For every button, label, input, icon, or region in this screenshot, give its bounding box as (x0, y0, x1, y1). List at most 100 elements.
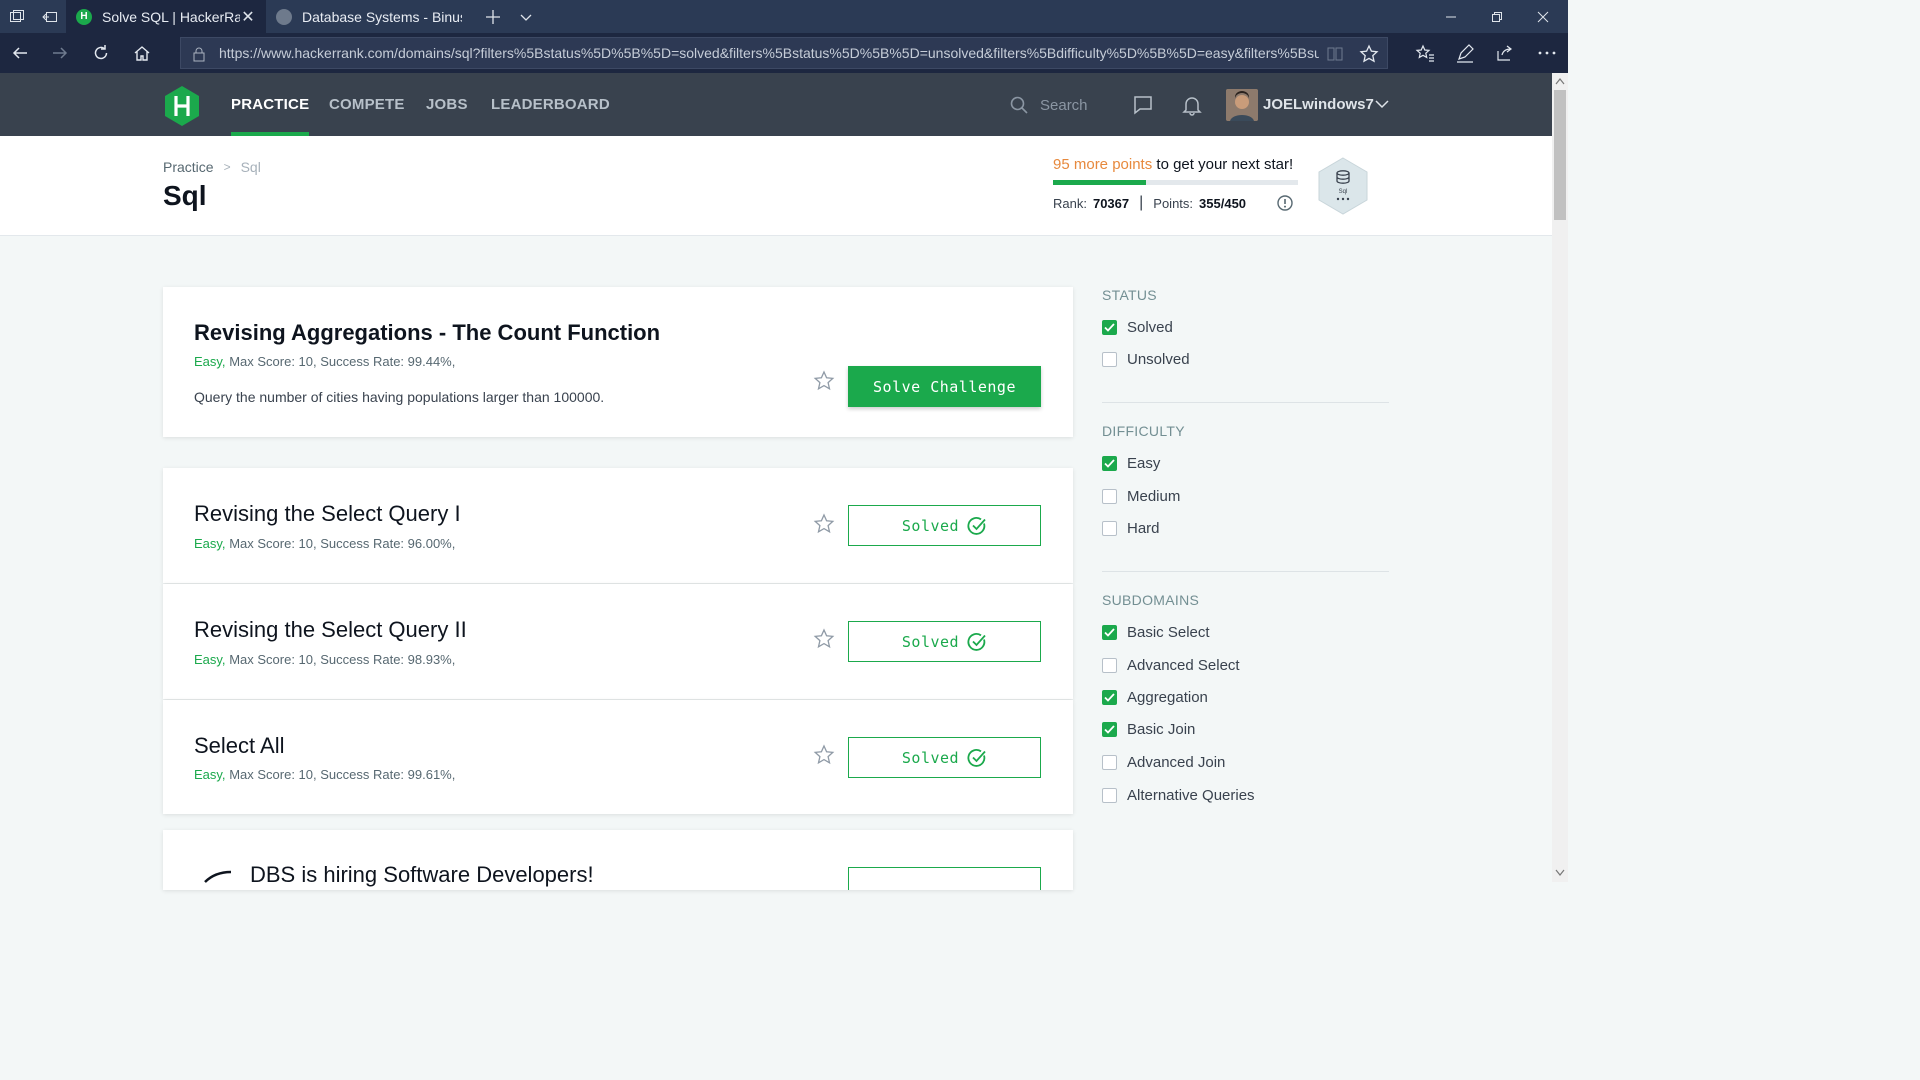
scroll-down-icon[interactable] (1555, 869, 1565, 877)
scroll-up-icon[interactable] (1555, 77, 1565, 85)
challenge-meta: Easy, Max Score: 10, Success Rate: 98.93… (194, 652, 455, 667)
badge-label: Sql (1339, 189, 1348, 195)
info-icon[interactable] (1276, 194, 1294, 212)
checkbox-checked[interactable] (1102, 722, 1117, 737)
checkbox[interactable] (1102, 352, 1117, 367)
filter-label: Basic Select (1127, 624, 1210, 641)
filter-option-alternative-queries[interactable]: Alternative Queries (1102, 787, 1255, 804)
challenge-title[interactable]: Select All (194, 733, 285, 759)
challenge-card: Select All Easy, Max Score: 10, Success … (163, 700, 1073, 814)
checkbox[interactable] (1102, 755, 1117, 770)
filter-option-easy[interactable]: Easy (1102, 455, 1160, 472)
solved-label: Solved (901, 748, 960, 767)
username[interactable]: JOELwindows7 (1263, 73, 1374, 136)
user-menu-chevron-down-icon[interactable] (1375, 97, 1389, 116)
challenge-card: Revising Aggregations - The Count Functi… (163, 287, 1073, 437)
filter-option-solved[interactable]: Solved (1102, 319, 1173, 336)
avatar[interactable] (1226, 89, 1258, 121)
new-tab-icon[interactable] (476, 0, 509, 33)
notifications-bell-icon[interactable] (1181, 94, 1203, 116)
solved-button[interactable]: Solved (848, 737, 1041, 778)
challenge-meta: Easy, Max Score: 10, Success Rate: 96.00… (194, 536, 455, 551)
checkbox[interactable] (1102, 788, 1117, 803)
close-window-icon[interactable] (1520, 0, 1566, 33)
filter-option-advanced-join[interactable]: Advanced Join (1102, 754, 1225, 771)
checkbox[interactable] (1102, 521, 1117, 536)
breadcrumb-practice[interactable]: Practice (163, 159, 214, 175)
solved-label: Solved (901, 516, 960, 535)
favorites-hub-icon[interactable] (1405, 33, 1445, 73)
hackerrank-logo-icon[interactable] (163, 85, 201, 127)
filter-label: Unsolved (1127, 351, 1190, 368)
minimize-icon[interactable] (1428, 0, 1474, 33)
sql-badge-icon[interactable]: Sql (1315, 156, 1371, 216)
filter-option-hard[interactable]: Hard (1102, 520, 1160, 537)
checkbox-checked[interactable] (1102, 320, 1117, 335)
points-label: Points: (1153, 195, 1194, 211)
filter-label: Easy (1127, 455, 1161, 472)
reading-view-icon[interactable] (1326, 45, 1344, 68)
favorite-star-icon[interactable] (1359, 44, 1379, 69)
challenge-title[interactable]: Revising Aggregations - The Count Functi… (194, 320, 660, 346)
tab-hackerrank[interactable]: H Solve SQL | HackerRank ✕ (66, 0, 266, 33)
home-icon[interactable] (122, 33, 162, 73)
star-progress-bar (1053, 180, 1298, 185)
sponsored-title[interactable]: DBS is hiring Software Developers! (250, 862, 594, 888)
checkbox[interactable] (1102, 658, 1117, 673)
lock-icon (192, 46, 206, 67)
tab-actions-icon[interactable] (0, 0, 33, 33)
difficulty-label: Easy, (194, 354, 226, 369)
nav-compete[interactable]: COMPETE (329, 73, 405, 136)
filter-option-aggregation[interactable]: Aggregation (1102, 689, 1208, 706)
filter-heading: SUBDOMAINS (1102, 592, 1200, 608)
sponsored-button[interactable] (848, 867, 1041, 890)
solve-challenge-button[interactable]: Solve Challenge (848, 366, 1041, 407)
messages-icon[interactable] (1132, 94, 1154, 116)
tab-preview-chevron-icon[interactable] (509, 0, 542, 33)
check-circle-icon (967, 748, 986, 767)
breadcrumb-chevron-right-icon: > (223, 160, 231, 174)
challenge-stats: Max Score: 10, Success Rate: 96.00%, (229, 536, 456, 551)
challenge-title[interactable]: Revising the Select Query I (194, 501, 461, 527)
url-field[interactable]: https://www.hackerrank.com/domains/sql?f… (180, 37, 1388, 69)
nav-leaderboard[interactable]: LEADERBOARD (491, 73, 610, 136)
filter-option-unsolved[interactable]: Unsolved (1102, 351, 1190, 368)
nav-jobs[interactable]: JOBS (426, 73, 468, 136)
filter-option-basic-join[interactable]: Basic Join (1102, 721, 1195, 738)
bookmark-star-icon[interactable] (813, 513, 835, 535)
checkbox-checked[interactable] (1102, 625, 1117, 640)
difficulty-label: Easy, (194, 652, 226, 667)
filter-difficulty: DIFFICULTY Easy Medium Hard (1102, 423, 1389, 537)
challenge-title[interactable]: Revising the Select Query II (194, 617, 467, 643)
site-header: PRACTICE COMPETE JOBS LEADERBOARD Search… (0, 73, 1552, 136)
bookmark-star-icon[interactable] (813, 744, 835, 766)
restore-icon[interactable] (1474, 0, 1520, 33)
company-logo-icon (203, 870, 233, 889)
share-icon[interactable] (1485, 33, 1525, 73)
solved-button[interactable]: Solved (848, 505, 1041, 546)
filter-option-basic-select[interactable]: Basic Select (1102, 624, 1210, 641)
tab-binusmaya[interactable]: Database Systems - Binusm (266, 0, 472, 33)
scrollbar-thumb[interactable] (1554, 90, 1566, 220)
close-tab-icon[interactable]: ✕ (240, 7, 256, 27)
filter-subdomains: SUBDOMAINS Basic Select Advanced Select … (1102, 592, 1389, 804)
back-arrow-icon[interactable] (0, 33, 40, 73)
next-star-suffix: to get your next star! (1156, 156, 1294, 173)
nav-practice[interactable]: PRACTICE (231, 73, 310, 136)
solved-button[interactable]: Solved (848, 621, 1041, 662)
checkbox[interactable] (1102, 489, 1117, 504)
checkbox-checked[interactable] (1102, 456, 1117, 471)
web-note-pen-icon[interactable] (1445, 33, 1485, 73)
bookmark-star-icon[interactable] (813, 628, 835, 650)
filter-option-medium[interactable]: Medium (1102, 488, 1180, 505)
forward-arrow-icon[interactable] (40, 33, 80, 73)
more-options-icon[interactable] (1527, 33, 1567, 73)
tabs-aside-icon[interactable] (33, 0, 66, 33)
checkbox-checked[interactable] (1102, 690, 1117, 705)
search-input[interactable]: Search (1010, 93, 1120, 117)
filter-option-advanced-select[interactable]: Advanced Select (1102, 657, 1240, 674)
breadcrumb: Practice > Sql (163, 159, 261, 175)
bookmark-star-icon[interactable] (813, 370, 835, 392)
refresh-icon[interactable] (81, 33, 121, 73)
filter-divider (1102, 402, 1389, 403)
